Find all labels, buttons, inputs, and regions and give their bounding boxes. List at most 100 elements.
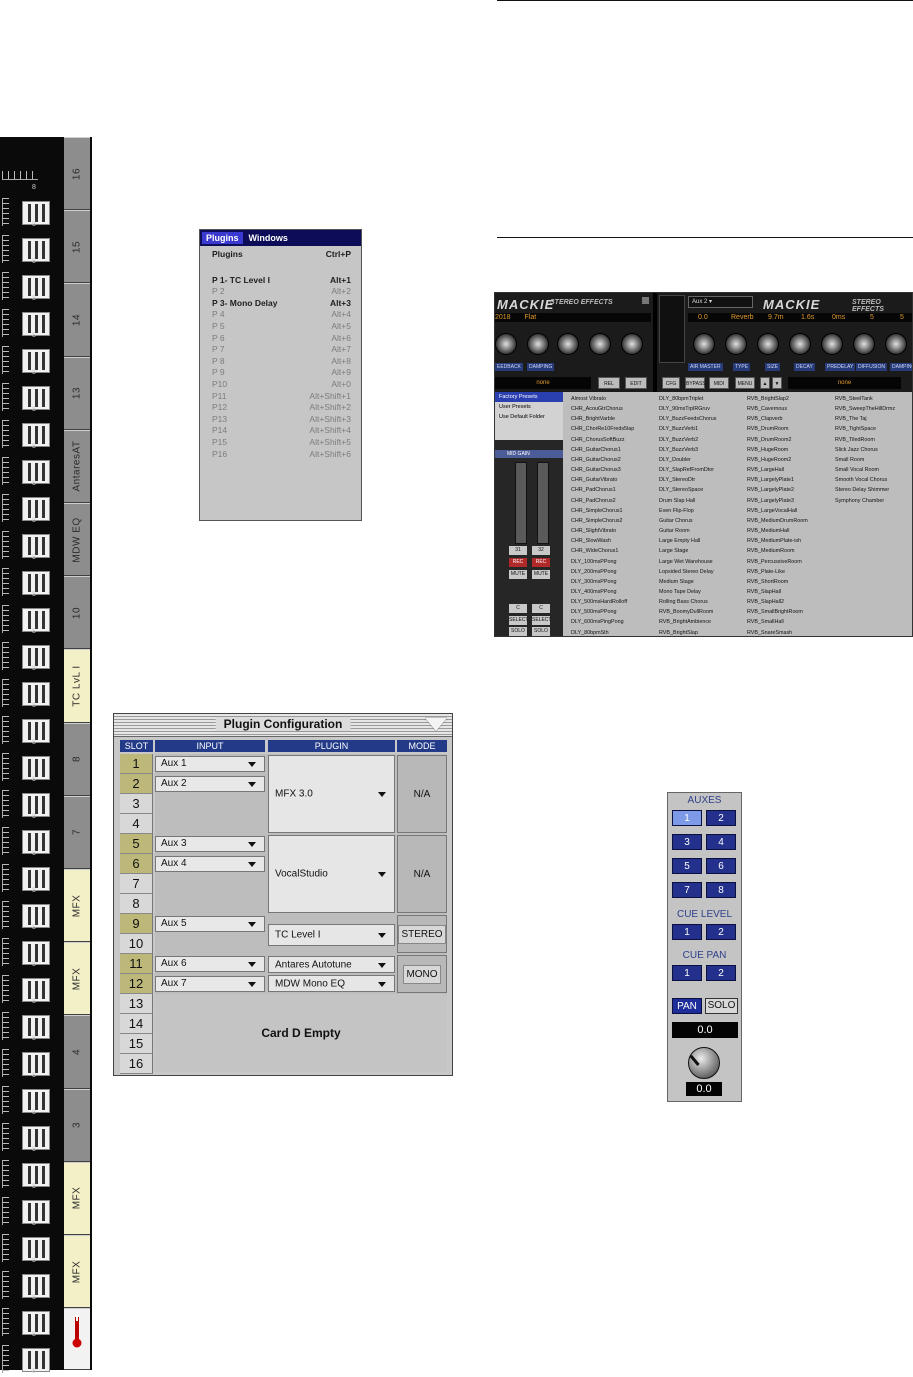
fader-control[interactable]: 8: [0, 1008, 64, 1044]
fader-cap[interactable]: [22, 1052, 50, 1076]
title-bar[interactable]: Plugin Configuration: [114, 714, 452, 737]
preset-item[interactable]: Almost Vibrato: [571, 394, 634, 404]
aux-6-button[interactable]: 6: [706, 858, 736, 874]
parameter-knob[interactable]: [853, 333, 875, 355]
parameter-knob[interactable]: [757, 333, 779, 355]
input-select-slot-11[interactable]: Aux 6: [155, 956, 265, 972]
fader-control[interactable]: 8: [0, 897, 64, 933]
preset-item[interactable]: DLY_80bpmSth: [571, 628, 634, 636]
fader-control[interactable]: 8: [0, 1119, 64, 1155]
cue-level-1-button[interactable]: 1: [672, 924, 702, 940]
preset-item[interactable]: RVB_SteelTank: [835, 394, 895, 404]
parameter-knob[interactable]: [789, 333, 811, 355]
preset-item[interactable]: DLY_500msPPong: [571, 607, 634, 617]
fader-control[interactable]: 8: [0, 1193, 64, 1229]
preset-item[interactable]: DLY_80bpmTriplet: [659, 394, 716, 404]
parameter-knob[interactable]: [589, 333, 611, 355]
preset-item[interactable]: CHR_GuitarChorus2: [571, 455, 634, 465]
fader-cap[interactable]: [22, 608, 50, 632]
preset-item[interactable]: RVB_BrightSlap: [659, 628, 716, 636]
fader-control[interactable]: 8: [0, 268, 64, 304]
preset-item[interactable]: CHR_SlowWash: [571, 536, 634, 546]
input-select-slot-6[interactable]: Aux 4: [155, 856, 265, 872]
channel-tab-14[interactable]: 3: [64, 1088, 90, 1162]
preset-item[interactable]: RVB_BrightSlap2: [747, 394, 808, 404]
preset-item[interactable]: RVB_MediumHall: [747, 526, 808, 536]
preset-item[interactable]: DLY_100msPPong: [571, 557, 634, 567]
preset-item[interactable]: Drum Slap Hall: [659, 496, 716, 506]
preset-item[interactable]: CHR_ChorRe10Freds5lap: [571, 424, 634, 434]
preset-item[interactable]: RVB_MediumPlate-ish: [747, 536, 808, 546]
fader-control[interactable]: 8: [0, 305, 64, 341]
submenu-user-presets[interactable]: User Presets: [495, 402, 563, 412]
plugin-select-tc-level[interactable]: TC Level I: [268, 924, 395, 946]
close-box-icon[interactable]: [642, 297, 649, 304]
parameter-knob[interactable]: [527, 333, 549, 355]
fader-cap[interactable]: [22, 238, 50, 262]
parameter-knob[interactable]: [821, 333, 843, 355]
preset-item[interactable]: DLY_400msPPong: [571, 587, 634, 597]
preset-item[interactable]: RVB_LargelyPlate2: [747, 485, 808, 495]
preset-item[interactable]: Slick Jazz Chorus: [835, 445, 895, 455]
mode-group-3[interactable]: STEREO: [397, 915, 447, 953]
preset-item[interactable]: Guitar Room: [659, 526, 716, 536]
preset-item[interactable]: RVB_DrumRoom: [747, 424, 808, 434]
preset-item[interactable]: RVB_MediumDrumRoom: [747, 516, 808, 526]
fader-control[interactable]: 8: [0, 675, 64, 711]
fader-control[interactable]: 8: [0, 1082, 64, 1118]
preset-item[interactable]: RVB_LargeVocalHall: [747, 506, 808, 516]
aux-2-button[interactable]: 2: [706, 810, 736, 826]
fader-control[interactable]: 8: [0, 934, 64, 970]
preset-item[interactable]: RVB_The Taj: [835, 414, 895, 424]
fader-control[interactable]: 8: [0, 971, 64, 1007]
mode-group-4[interactable]: MONO: [397, 955, 447, 993]
cue-level-2-button[interactable]: 2: [706, 924, 736, 940]
channel-tab-11[interactable]: MFX: [64, 869, 90, 943]
preset-item[interactable]: RVB_LargelyPlate1: [747, 475, 808, 485]
preset-item[interactable]: Mono Tape Delay: [659, 587, 716, 597]
preset-item[interactable]: Symphony Chamber: [835, 496, 895, 506]
fader-cap[interactable]: [22, 793, 50, 817]
preset-item[interactable]: DLY_200msPPong: [571, 567, 634, 577]
edit-button[interactable]: EDIT: [625, 377, 647, 389]
channel-tab-5[interactable]: AntaresAT: [64, 429, 90, 503]
preset-item[interactable]: CHR_PadChorus2: [571, 496, 634, 506]
preset-item[interactable]: DLY_600msPingPong: [571, 617, 634, 627]
preset-item[interactable]: DLY_BuzzVerb1: [659, 424, 716, 434]
fader-control[interactable]: 8: [0, 342, 64, 378]
fader-cap[interactable]: [22, 1200, 50, 1224]
preset-item[interactable]: DLY_SlapRefFromDtor: [659, 465, 716, 475]
preset-item[interactable]: Smooth Vocal Chorus: [835, 475, 895, 485]
parameter-knob[interactable]: [693, 333, 715, 355]
preset-item[interactable]: RVB_TiledRoom: [835, 435, 895, 445]
preset-item[interactable]: Stereo Delay Shimmer: [835, 485, 895, 495]
fader-control[interactable]: 8: [0, 601, 64, 637]
fader-control[interactable]: 8: [0, 231, 64, 267]
down-arrow-button[interactable]: ▼: [772, 377, 782, 389]
fader-control[interactable]: 8: [0, 416, 64, 452]
channel-tab-4[interactable]: 13: [64, 356, 90, 430]
fader-cap[interactable]: [22, 756, 50, 780]
fader-control[interactable]: 8: [0, 379, 64, 415]
fader-cap[interactable]: [22, 1237, 50, 1261]
menu-item-plugin-3[interactable]: P 3- Mono Delay Alt+3: [200, 298, 361, 310]
fader-control[interactable]: 8: [0, 1230, 64, 1266]
channel-tab-12[interactable]: MFX: [64, 942, 90, 1016]
preset-item[interactable]: RVB_MediumRoom: [747, 546, 808, 556]
rel-button[interactable]: REL: [598, 377, 620, 389]
preset-item[interactable]: RVB_SlapHall2: [747, 597, 808, 607]
fader-control[interactable]: 8: [0, 527, 64, 563]
parameter-knob[interactable]: [621, 333, 643, 355]
channel-tab-13[interactable]: 4: [64, 1015, 90, 1089]
preset-item[interactable]: DLY_Doubler: [659, 455, 716, 465]
write-button[interactable]: MUTE: [532, 570, 550, 579]
channel-tab-9[interactable]: 8: [64, 722, 90, 796]
menu-plugins[interactable]: Plugins: [202, 232, 243, 244]
preset-item[interactable]: CHR_SimpleChorus1: [571, 506, 634, 516]
fader-cap[interactable]: [22, 719, 50, 743]
solo-button[interactable]: SOLO: [509, 627, 527, 636]
solo-button[interactable]: SOLO: [532, 627, 550, 636]
fader-cap[interactable]: [22, 1089, 50, 1113]
aux-8-button[interactable]: 8: [706, 882, 736, 898]
fader-cap[interactable]: [22, 978, 50, 1002]
